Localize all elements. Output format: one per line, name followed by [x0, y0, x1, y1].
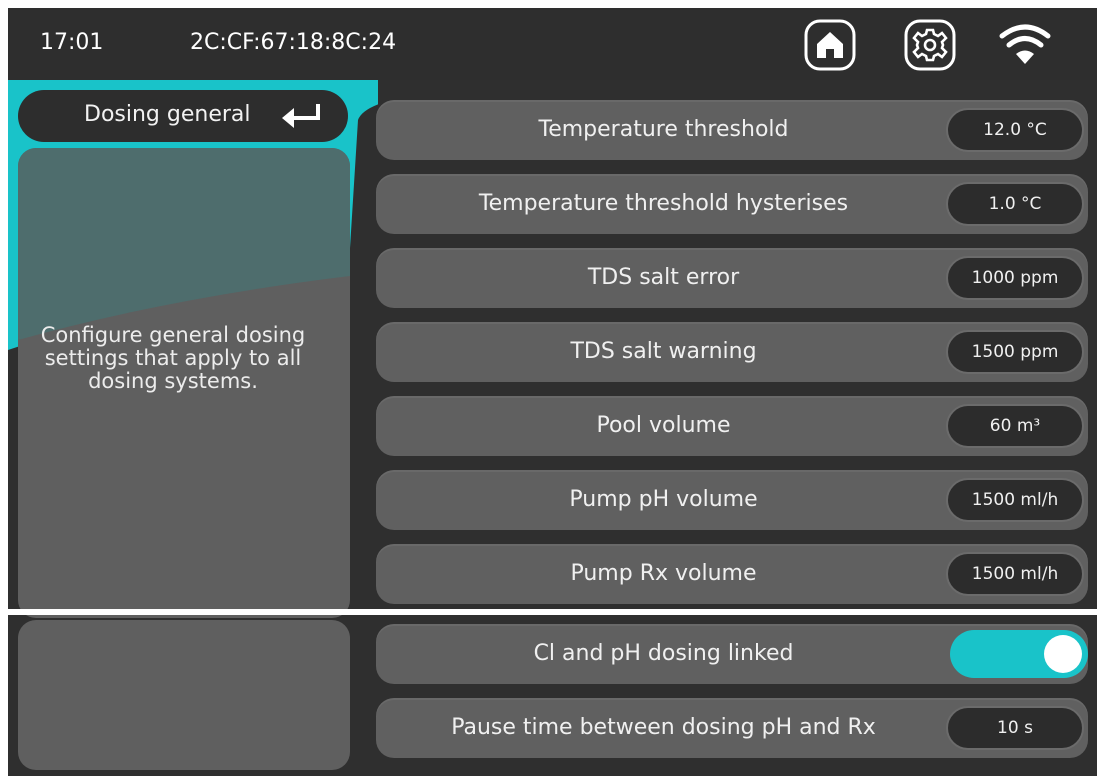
setting-value[interactable]: 1.0 °C [946, 182, 1084, 226]
wifi-icon [999, 24, 1051, 64]
section-title: Dosing general [84, 102, 251, 127]
setting-label: TDS salt warning [570, 339, 757, 364]
setting-row-pump-rx-volume[interactable]: Pump Rx volume 1500 ml/h [376, 544, 1088, 604]
setting-row-pause-time[interactable]: Pause time between dosing pH and Rx 10 s [376, 698, 1088, 758]
clock-time: 17:01 [40, 30, 104, 55]
setting-row-temperature-threshold[interactable]: Temperature threshold 12.0 °C [376, 100, 1088, 160]
dosing-linked-toggle[interactable] [950, 630, 1088, 678]
description-card-lower [18, 620, 350, 770]
setting-row-cl-ph-dosing-linked[interactable]: Cl and pH dosing linked [376, 624, 1088, 684]
setting-value[interactable]: 1000 ppm [946, 256, 1084, 300]
setting-value[interactable]: 10 s [946, 706, 1084, 750]
setting-label: Pump pH volume [569, 487, 758, 512]
setting-value[interactable]: 1500 ml/h [946, 552, 1084, 596]
setting-label: Cl and pH dosing linked [533, 641, 794, 666]
gear-icon[interactable] [903, 18, 957, 72]
mac-address: 2C:CF:67:18:8C:24 [190, 30, 397, 55]
setting-label: Pump Rx volume [570, 561, 757, 586]
section-description: Configure general dosing settings that a… [40, 323, 306, 393]
toggle-knob [1044, 635, 1082, 673]
setting-row-pump-ph-volume[interactable]: Pump pH volume 1500 ml/h [376, 470, 1088, 530]
section-header-button[interactable]: Dosing general [18, 90, 348, 142]
setting-row-temperature-threshold-hysteresis[interactable]: Temperature threshold hysterises 1.0 °C [376, 174, 1088, 234]
setting-value[interactable]: 1500 ppm [946, 330, 1084, 374]
setting-value[interactable]: 1500 ml/h [946, 478, 1084, 522]
setting-label: Pool volume [596, 413, 731, 438]
status-bar: 17:01 2C:CF:67:18:8C:24 [8, 8, 1097, 80]
setting-label: Temperature threshold [538, 117, 789, 142]
return-arrow-icon[interactable] [280, 102, 324, 130]
setting-value[interactable]: 60 m³ [946, 404, 1084, 448]
device-screen: 17:01 2C:CF:67:18:8C:24 Dosing general C… [8, 8, 1097, 776]
setting-row-tds-salt-error[interactable]: TDS salt error 1000 ppm [376, 248, 1088, 308]
setting-row-pool-volume[interactable]: Pool volume 60 m³ [376, 396, 1088, 456]
setting-row-tds-salt-warning[interactable]: TDS salt warning 1500 ppm [376, 322, 1088, 382]
home-icon[interactable] [803, 18, 857, 72]
setting-value[interactable]: 12.0 °C [946, 108, 1084, 152]
setting-label: Pause time between dosing pH and Rx [451, 715, 876, 740]
description-card-tint [18, 148, 350, 340]
setting-label: TDS salt error [587, 265, 740, 290]
description-card: Configure general dosing settings that a… [18, 148, 350, 618]
screenshot-divider [8, 609, 1097, 615]
setting-label: Temperature threshold hysterises [478, 191, 849, 216]
